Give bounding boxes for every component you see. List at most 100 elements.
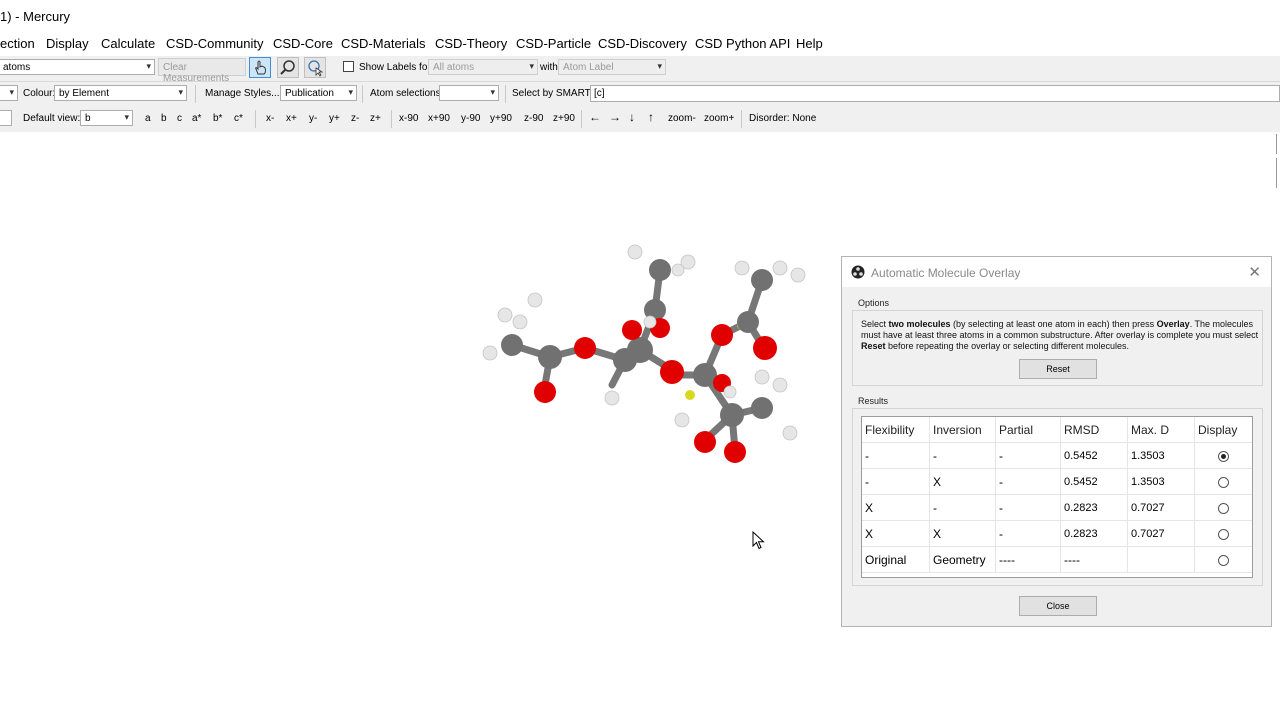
instructions-part: Select — [861, 319, 889, 329]
style-mode-combo[interactable]: ▾ — [0, 85, 18, 101]
display-radio[interactable] — [1218, 554, 1229, 566]
cell-max-d: 1.3503 — [1127, 442, 1195, 469]
table-row[interactable]: X X - 0.2823 0.7027 — [862, 520, 1252, 547]
style-combo[interactable]: Publication ▾ — [280, 85, 357, 101]
zoom-out-button[interactable]: zoom- — [668, 113, 696, 124]
column-header-rmsd: RMSD — [1060, 417, 1128, 443]
cell-partial: - — [995, 494, 1061, 521]
view-b-star-button[interactable]: b* — [213, 113, 222, 124]
display-radio[interactable] — [1218, 528, 1229, 540]
colour-combo[interactable]: by Element ▾ — [54, 85, 187, 101]
column-header-partial: Partial — [995, 417, 1061, 443]
smarts-input-value: [c] — [594, 88, 605, 99]
menu-display[interactable]: Display — [46, 36, 89, 51]
cell-flexibility: - — [862, 468, 930, 495]
measure-pointer-icon — [308, 60, 324, 77]
menu-csd-particle[interactable]: CSD-Particle — [516, 36, 591, 51]
cell-inversion: - — [929, 442, 996, 469]
menu-selection[interactable]: ection — [0, 36, 35, 51]
cell-display — [1194, 468, 1252, 495]
labels-target-combo[interactable]: All atoms ▾ — [428, 59, 538, 75]
rotate-z-plus-90-button[interactable]: z+90 — [553, 113, 575, 124]
close-icon[interactable]: ✕ — [1248, 263, 1261, 281]
results-group-label: Results — [858, 396, 889, 406]
arrow-up-icon[interactable]: ↑ — [648, 110, 654, 124]
table-row[interactable]: - X - 0.5452 1.3503 — [862, 468, 1252, 495]
arrow-left-icon[interactable]: ← — [589, 110, 601, 124]
view-c-star-button[interactable]: c* — [234, 113, 243, 124]
cell-max-d — [1127, 546, 1195, 573]
hand-pointer-icon — [255, 60, 266, 75]
cell-inversion: Geometry — [929, 546, 996, 573]
automatic-molecule-overlay-dialog: Automatic Molecule Overlay ✕ Options Sel… — [841, 256, 1272, 627]
rotate-z-minus-90-button[interactable]: z-90 — [524, 113, 543, 124]
smarts-input[interactable]: [c] — [590, 85, 1280, 102]
rotate-x-plus-button[interactable]: x+ — [286, 113, 297, 124]
default-view-combo[interactable]: b ▾ — [80, 110, 133, 126]
toolbar-picking: atoms ▾ Clear Measurements Show Labels f… — [0, 56, 1280, 84]
rotate-y-minus-button[interactable]: y- — [309, 113, 317, 124]
window-title: 1) - Mercury — [0, 9, 71, 24]
zoom-tool-button[interactable] — [277, 57, 299, 78]
atom-selections-combo[interactable]: ▾ — [439, 85, 499, 101]
view-a-star-button[interactable]: a* — [192, 113, 201, 124]
rotate-x-minus-90-button[interactable]: x-90 — [399, 113, 418, 124]
table-row[interactable]: X - - 0.2823 0.7027 — [862, 494, 1252, 521]
view-a-button[interactable]: a — [145, 113, 151, 124]
toolbar-separator — [195, 85, 196, 103]
rotate-y-minus-90-button[interactable]: y-90 — [461, 113, 480, 124]
menu-csd-community[interactable]: CSD-Community — [166, 36, 264, 51]
panel-tab[interactable] — [1276, 134, 1280, 154]
instructions-bold: Reset — [861, 341, 886, 351]
view-b-button[interactable]: b — [161, 113, 167, 124]
menu-csd-theory[interactable]: CSD-Theory — [435, 36, 507, 51]
chevron-down-icon: ▾ — [178, 87, 183, 97]
menu-calculate[interactable]: Calculate — [101, 36, 155, 51]
chevron-down-icon: ▾ — [9, 87, 14, 97]
panel-tab[interactable] — [1276, 158, 1280, 188]
atoms-combo[interactable]: atoms ▾ — [0, 59, 155, 75]
display-radio-selected[interactable] — [1218, 450, 1229, 462]
rotate-x-minus-button[interactable]: x- — [266, 113, 274, 124]
menu-csd-materials[interactable]: CSD-Materials — [341, 36, 426, 51]
instructions-part: (by selecting at least one atom in each)… — [950, 319, 1157, 329]
arrow-right-icon[interactable]: → — [609, 110, 621, 124]
menu-csd-discovery[interactable]: CSD-Discovery — [598, 36, 687, 51]
cell-inversion: X — [929, 520, 996, 547]
dialog-titlebar: Automatic Molecule Overlay ✕ — [842, 257, 1271, 287]
view-mode-control[interactable] — [0, 110, 12, 126]
measure-tool-button[interactable] — [304, 57, 326, 78]
chevron-down-icon: ▾ — [529, 61, 534, 71]
style-value: Publication — [285, 88, 334, 99]
rotate-z-minus-button[interactable]: z- — [351, 113, 359, 124]
rotate-x-plus-90-button[interactable]: x+90 — [428, 113, 450, 124]
menu-csd-python-api[interactable]: CSD Python API — [695, 36, 790, 51]
menu-csd-core[interactable]: CSD-Core — [273, 36, 333, 51]
rotate-y-plus-90-button[interactable]: y+90 — [490, 113, 512, 124]
show-labels-checkbox[interactable] — [343, 61, 354, 72]
manage-styles-button[interactable]: Manage Styles... — [205, 88, 279, 99]
display-radio[interactable] — [1218, 476, 1229, 488]
menu-help[interactable]: Help — [796, 36, 823, 51]
table-header-row: Flexibility Inversion Partial RMSD Max. … — [862, 417, 1252, 443]
label-type-combo[interactable]: Atom Label ▾ — [558, 59, 666, 75]
instructions-text: Select two molecules (by selecting at le… — [861, 319, 1261, 352]
pick-atom-button[interactable] — [249, 57, 271, 78]
column-header-max-d: Max. D — [1127, 417, 1195, 443]
rotate-z-plus-button[interactable]: z+ — [370, 113, 381, 124]
clear-measurements-button[interactable]: Clear Measurements — [158, 58, 246, 84]
close-button[interactable]: Close — [1019, 596, 1097, 616]
chevron-down-icon: ▾ — [124, 112, 129, 122]
table-row[interactable]: Original Geometry ---- ---- — [862, 546, 1252, 573]
cell-partial: - — [995, 442, 1061, 469]
arrow-down-icon[interactable]: ↓ — [629, 110, 635, 124]
view-c-button[interactable]: c — [177, 113, 182, 124]
reset-button[interactable]: Reset — [1019, 359, 1097, 379]
zoom-in-button[interactable]: zoom+ — [704, 113, 734, 124]
table-row[interactable]: - - - 0.5452 1.3503 — [862, 442, 1252, 469]
cell-rmsd: 0.2823 — [1060, 494, 1128, 521]
rotate-y-plus-button[interactable]: y+ — [329, 113, 340, 124]
mercury-app-icon — [851, 265, 865, 279]
show-labels-for-label: Show Labels for — [359, 62, 431, 73]
display-radio[interactable] — [1218, 502, 1229, 514]
